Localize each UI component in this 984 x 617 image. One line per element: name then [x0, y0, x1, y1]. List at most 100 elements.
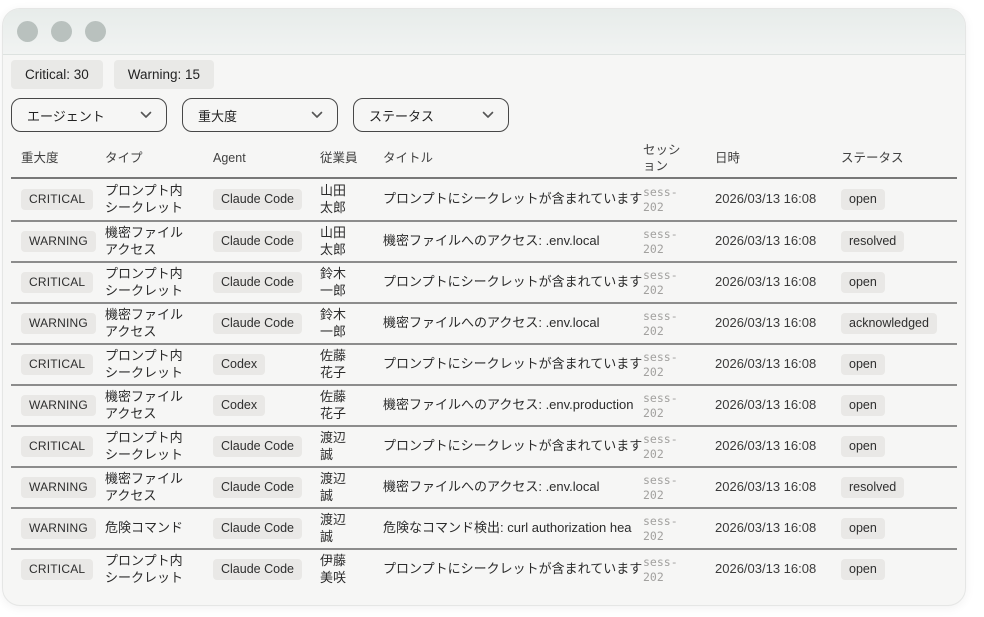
severity-badge: CRITICAL: [21, 559, 93, 580]
severity-badge: WARNING: [21, 313, 96, 334]
maximize-button[interactable]: [85, 21, 106, 42]
severity-filter-label: 重大度: [198, 106, 237, 125]
status-badge: open: [841, 272, 885, 294]
session-id: sess-202: [643, 555, 715, 584]
agent-badge: Claude Code: [213, 518, 302, 540]
employee-name: 鈴木一郎: [320, 307, 383, 340]
alert-type: プロンプト内シークレット: [105, 266, 213, 299]
summary-row: Critical: 30 Warning: 15: [11, 60, 957, 89]
table-body: CRITICAL プロンプト内シークレット Claude Code 山田太郎 プ…: [11, 179, 957, 589]
status-filter-label: ステータス: [369, 106, 434, 125]
employee-name: 山田太郎: [320, 225, 383, 258]
session-id: sess-202: [643, 514, 715, 543]
close-button[interactable]: [17, 21, 38, 42]
severity-badge: WARNING: [21, 231, 96, 252]
employee-name: 渡辺誠: [320, 471, 383, 504]
agent-filter-label: エージェント: [27, 106, 105, 125]
col-header-agent: Agent: [213, 151, 320, 167]
table-header-row: 重大度 タイプ Agent 従業員 タイトル セッション 日時 ステータス: [11, 141, 957, 179]
table-row[interactable]: CRITICAL プロンプト内シークレット Claude Code 山田太郎 プ…: [11, 179, 957, 220]
status-badge: open: [841, 354, 885, 376]
session-id: sess-202: [643, 473, 715, 502]
employee-name: 渡辺誠: [320, 512, 383, 545]
agent-badge: Claude Code: [213, 231, 302, 253]
alert-title: 機密ファイルへのアクセス: .env.production: [383, 397, 643, 413]
agent-badge: Claude Code: [213, 436, 302, 458]
alert-title: 機密ファイルへのアクセス: .env.local: [383, 479, 643, 495]
alert-datetime: 2026/03/13 16:08: [715, 438, 841, 454]
severity-badge: CRITICAL: [21, 354, 93, 375]
col-header-type: タイプ: [105, 151, 213, 167]
session-id: sess-202: [643, 268, 715, 297]
table-row[interactable]: CRITICAL プロンプト内シークレット Claude Code 鈴木一郎 プ…: [11, 261, 957, 302]
chevron-down-icon: [482, 111, 494, 119]
table-row[interactable]: WARNING 機密ファイルアクセス Codex 佐藤花子 機密ファイルへのアク…: [11, 384, 957, 425]
alert-type: 危険コマンド: [105, 520, 213, 536]
alert-type: プロンプト内シークレット: [105, 553, 213, 586]
table-row[interactable]: WARNING 危険コマンド Claude Code 渡辺誠 危険なコマンド検出…: [11, 507, 957, 548]
alert-type: プロンプト内シークレット: [105, 430, 213, 463]
session-id: sess-202: [643, 391, 715, 420]
alert-type: 機密ファイルアクセス: [105, 471, 213, 504]
col-header-status: ステータス: [841, 151, 957, 167]
severity-badge: CRITICAL: [21, 436, 93, 457]
alert-type: 機密ファイルアクセス: [105, 389, 213, 422]
severity-badge: WARNING: [21, 395, 96, 416]
alert-title: プロンプトにシークレットが含まれています: [383, 438, 643, 454]
alert-datetime: 2026/03/13 16:08: [715, 479, 841, 495]
chevron-down-icon: [311, 111, 323, 119]
alert-title: 危険なコマンド検出: curl authorization hea: [383, 520, 643, 536]
alert-type: プロンプト内シークレット: [105, 348, 213, 381]
alert-title: プロンプトにシークレットが含まれています: [383, 561, 643, 577]
minimize-button[interactable]: [51, 21, 72, 42]
col-header-employee: 従業員: [320, 151, 383, 167]
alert-title: 機密ファイルへのアクセス: .env.local: [383, 233, 643, 249]
session-id: sess-202: [643, 185, 715, 214]
agent-filter-dropdown[interactable]: エージェント: [11, 98, 167, 132]
filters-row: エージェント 重大度 ステータス: [11, 98, 957, 132]
alert-datetime: 2026/03/13 16:08: [715, 274, 841, 290]
table-row[interactable]: WARNING 機密ファイルアクセス Claude Code 山田太郎 機密ファ…: [11, 220, 957, 261]
warning-count-badge: Warning: 15: [114, 60, 214, 89]
severity-badge: WARNING: [21, 518, 96, 539]
table-row[interactable]: WARNING 機密ファイルアクセス Claude Code 鈴木一郎 機密ファ…: [11, 302, 957, 343]
status-badge: open: [841, 395, 885, 417]
table-row[interactable]: WARNING 機密ファイルアクセス Claude Code 渡辺誠 機密ファイ…: [11, 466, 957, 507]
status-badge: resolved: [841, 477, 904, 499]
alert-type: プロンプト内シークレット: [105, 183, 213, 216]
status-badge: open: [841, 518, 885, 540]
alert-datetime: 2026/03/13 16:08: [715, 520, 841, 536]
session-id: sess-202: [643, 432, 715, 461]
alert-datetime: 2026/03/13 16:08: [715, 561, 841, 577]
agent-badge: Codex: [213, 354, 265, 376]
employee-name: 佐藤花子: [320, 389, 383, 422]
employee-name: 佐藤花子: [320, 348, 383, 381]
severity-badge: CRITICAL: [21, 272, 93, 293]
table-row[interactable]: CRITICAL プロンプト内シークレット Claude Code 渡辺誠 プロ…: [11, 425, 957, 466]
app-window: Critical: 30 Warning: 15 エージェント 重大度 ステータ…: [2, 8, 966, 606]
status-badge: resolved: [841, 231, 904, 253]
alert-type: 機密ファイルアクセス: [105, 225, 213, 258]
table-row[interactable]: CRITICAL プロンプト内シークレット Claude Code 伊藤美咲 プ…: [11, 548, 957, 589]
agent-badge: Claude Code: [213, 559, 302, 581]
agent-badge: Claude Code: [213, 189, 302, 211]
agent-badge: Claude Code: [213, 272, 302, 294]
alert-datetime: 2026/03/13 16:08: [715, 397, 841, 413]
alert-title: プロンプトにシークレットが含まれています: [383, 274, 643, 290]
alert-title: プロンプトにシークレットが含まれています: [383, 356, 643, 372]
agent-badge: Claude Code: [213, 313, 302, 335]
col-header-datetime: 日時: [715, 151, 841, 167]
status-badge: open: [841, 189, 885, 211]
status-badge: acknowledged: [841, 313, 937, 335]
titlebar: [3, 9, 965, 55]
table-row[interactable]: CRITICAL プロンプト内シークレット Codex 佐藤花子 プロンプトにシ…: [11, 343, 957, 384]
employee-name: 鈴木一郎: [320, 266, 383, 299]
status-filter-dropdown[interactable]: ステータス: [353, 98, 509, 132]
critical-count-badge: Critical: 30: [11, 60, 103, 89]
alert-datetime: 2026/03/13 16:08: [715, 191, 841, 207]
status-badge: open: [841, 559, 885, 581]
status-badge: open: [841, 436, 885, 458]
session-id: sess-202: [643, 227, 715, 256]
alert-datetime: 2026/03/13 16:08: [715, 356, 841, 372]
severity-filter-dropdown[interactable]: 重大度: [182, 98, 338, 132]
